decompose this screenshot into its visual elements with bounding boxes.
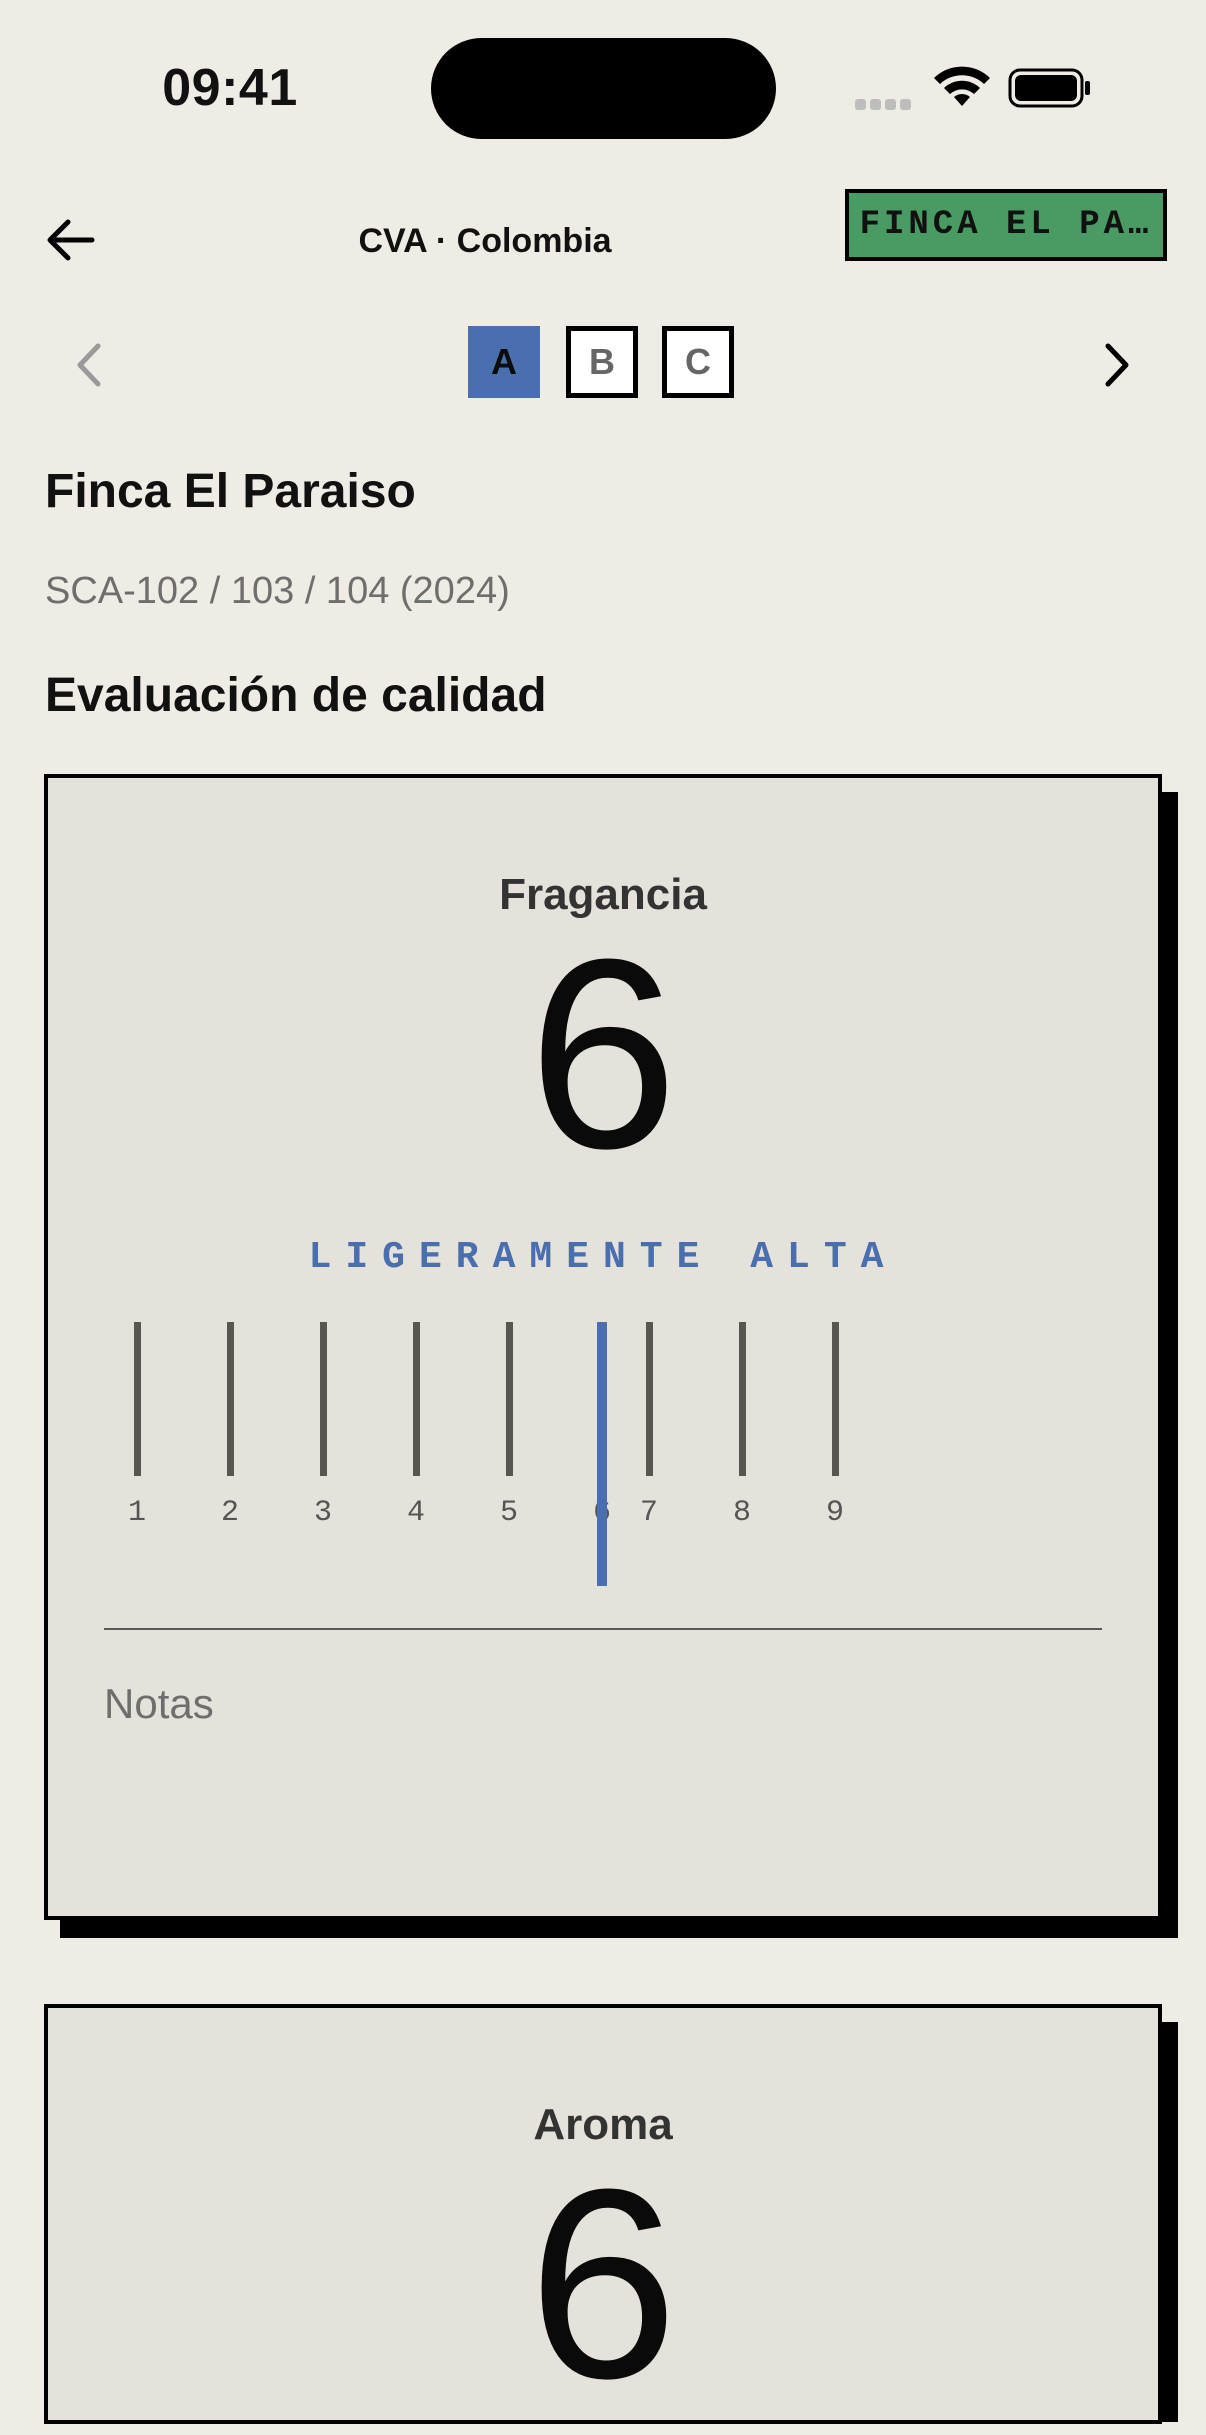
cellular-signal-icon <box>855 97 915 110</box>
scale-selected-indicator[interactable] <box>597 1322 607 1586</box>
back-arrow-icon[interactable] <box>44 214 96 266</box>
sample-tab-a[interactable]: A <box>468 326 540 398</box>
scale-tick-1[interactable] <box>134 1322 141 1476</box>
scale-label-7: 7 <box>639 1496 658 1530</box>
scale-tick-5[interactable] <box>506 1322 513 1476</box>
scale-label-3: 3 <box>313 1496 332 1530</box>
intensity-level: LIGERAMENTE ALTA <box>308 1236 898 1279</box>
scale-label-2: 2 <box>220 1496 239 1530</box>
scale-tick-8[interactable] <box>739 1322 746 1476</box>
farm-tag-button[interactable]: FINCA EL PA… <box>845 189 1167 261</box>
scale-tick-4[interactable] <box>413 1322 420 1476</box>
nav-title: CVA · Colombia <box>358 222 612 260</box>
next-sample-chevron-icon[interactable] <box>1096 340 1136 390</box>
battery-icon <box>1008 68 1090 108</box>
scale-tick-7[interactable] <box>646 1322 653 1476</box>
scale-tick-2[interactable] <box>227 1322 234 1476</box>
scale-label-5: 5 <box>499 1496 518 1530</box>
status-time: 09:41 <box>162 59 298 117</box>
scale-label-4: 4 <box>406 1496 425 1530</box>
attribute-score: 6 <box>527 2134 679 2435</box>
wifi-icon <box>934 66 990 106</box>
scale-label-8: 8 <box>732 1496 751 1530</box>
sample-tab-c[interactable]: C <box>662 326 734 398</box>
scale-tick-3[interactable] <box>320 1322 327 1476</box>
sample-codes: SCA-102 / 103 / 104 (2024) <box>45 570 510 612</box>
dynamic-island <box>431 38 776 139</box>
scale-tick-9[interactable] <box>832 1322 839 1476</box>
scale-label-1: 1 <box>127 1496 146 1530</box>
attribute-score: 6 <box>527 904 679 1205</box>
farm-name: Finca El Paraiso <box>45 465 416 518</box>
notes-input[interactable]: Notas <box>104 1680 214 1728</box>
section-title: Evaluación de calidad <box>45 669 547 722</box>
notes-divider <box>104 1628 1102 1630</box>
previous-sample-chevron-icon[interactable] <box>70 340 110 390</box>
scale-label-9: 9 <box>825 1496 844 1530</box>
sample-tab-b[interactable]: B <box>566 326 638 398</box>
